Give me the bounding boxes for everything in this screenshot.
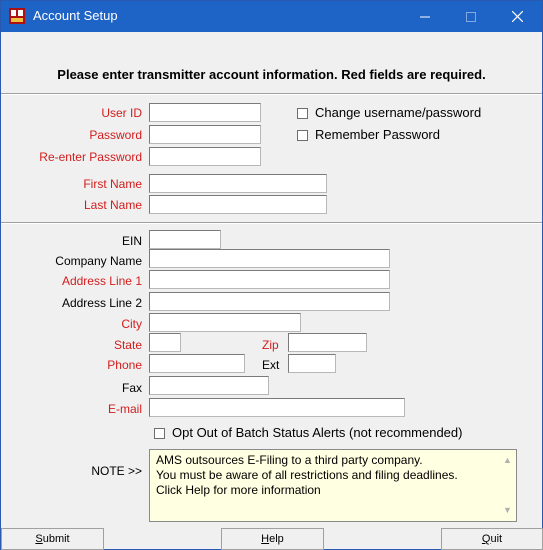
quit-label: uit [490,533,503,545]
phone-input[interactable] [149,354,245,373]
note-label: NOTE >> [91,464,142,478]
company-name-label: Company Name [55,254,142,268]
fax-label: Fax [121,381,142,395]
submit-label: ubmit [42,533,70,545]
first-name-label: First Name [83,177,142,191]
remember-password-checkbox[interactable] [297,130,308,141]
reenter-password-label: Re-enter Password [39,150,142,164]
user-id-input[interactable] [149,103,261,122]
window-title: Account Setup [33,8,118,23]
app-icon [9,8,25,24]
reenter-password-input[interactable] [149,147,261,166]
ein-label: EIN [121,234,142,248]
quit-button[interactable]: Quit [441,528,543,550]
scroll-down-icon[interactable]: ▼ [503,503,512,518]
minimize-icon [420,16,430,17]
change-credentials-checkbox[interactable] [297,108,308,119]
fax-input[interactable] [149,376,269,395]
email-input[interactable] [149,398,405,417]
ein-input[interactable] [149,230,221,249]
phone-label: Phone [107,358,142,372]
opt-out-label: Opt Out of Batch Status Alerts (not reco… [172,425,463,440]
scroll-up-icon[interactable]: ▲ [503,453,512,468]
zip-label: Zip [262,338,279,352]
last-name-input[interactable] [149,195,327,214]
ext-input[interactable] [288,354,336,373]
submit-button[interactable]: Submit [1,528,104,550]
title-bar: Account Setup [1,1,542,32]
maximize-icon [466,11,476,22]
help-label: elp [269,533,284,545]
address-line-2-input[interactable] [149,292,390,311]
maximize-button[interactable] [448,1,494,32]
address-line-2-label: Address Line 2 [61,296,142,310]
account-setup-window: Account Setup Please enter transmitter a… [0,0,543,550]
note-line: Click Help for more information [156,483,321,497]
minimize-button[interactable] [402,1,448,32]
ext-label: Ext [262,358,280,372]
help-button[interactable]: Help [221,528,324,550]
state-input[interactable] [149,333,181,352]
change-credentials-label: Change username/password [315,105,482,120]
help-mnemonic: H [261,533,270,545]
user-id-label: User ID [101,106,142,120]
note-line: AMS outsources E-Filing to a third party… [156,453,423,467]
password-input[interactable] [149,125,261,144]
address-line-1-input[interactable] [149,270,390,289]
close-button[interactable] [494,1,540,32]
address-line-1-label: Address Line 1 [61,274,142,288]
last-name-label: Last Name [83,198,142,212]
submit-mnemonic: S [35,533,43,545]
email-label: E-mail [107,402,142,416]
city-input[interactable] [149,313,301,332]
password-label: Password [89,128,142,142]
close-icon [511,11,523,22]
note-textbox[interactable]: AMS outsources E-Filing to a third party… [149,449,517,522]
city-label: City [121,317,142,331]
opt-out-checkbox[interactable] [154,428,165,439]
divider [1,222,542,224]
first-name-input[interactable] [149,174,327,193]
note-line: You must be aware of all restrictions an… [156,468,458,482]
note-scrollbar[interactable]: ▲ ▼ [499,450,516,521]
instructions-heading: Please enter transmitter account informa… [57,67,486,82]
divider [1,93,542,95]
company-name-input[interactable] [149,249,390,268]
remember-password-label: Remember Password [315,127,440,142]
zip-input[interactable] [288,333,367,352]
state-label: State [113,338,142,352]
quit-mnemonic: Q [481,533,491,545]
